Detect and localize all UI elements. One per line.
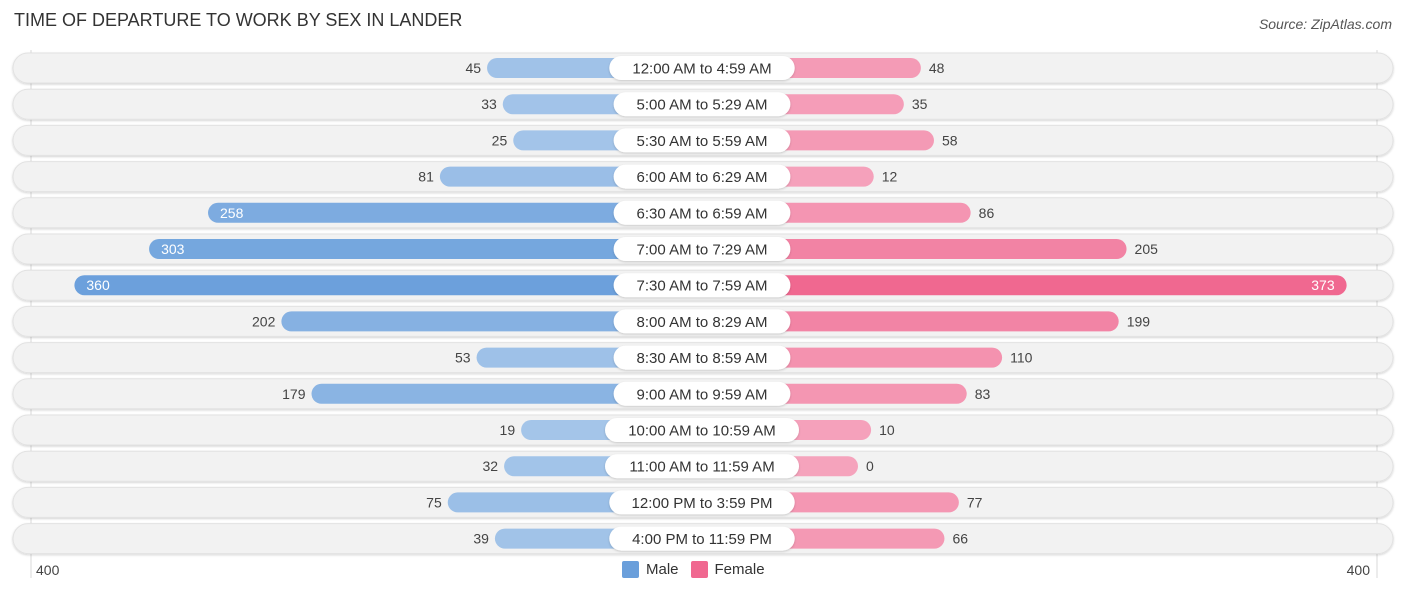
value-label-male: 39 xyxy=(473,531,489,547)
chart-row: 39 66 4:00 PM to 11:59 PM xyxy=(12,523,1394,555)
value-label-female: 373 xyxy=(1311,277,1335,293)
value-label-male: 303 xyxy=(161,241,185,257)
value-label-female: 199 xyxy=(1127,313,1151,329)
category-label: 5:00 AM to 5:29 AM xyxy=(637,97,768,114)
value-label-female: 48 xyxy=(929,60,945,76)
value-label-male: 33 xyxy=(481,96,497,112)
value-label-male: 179 xyxy=(282,386,306,402)
chart-row: 32 0 11:00 AM to 11:59 AM xyxy=(12,450,1394,482)
axis-label-left: 400 xyxy=(36,562,60,578)
category-label: 12:00 PM to 3:59 PM xyxy=(632,495,773,512)
legend-label-female: Female xyxy=(714,561,765,578)
value-label-female: 205 xyxy=(1135,241,1159,257)
category-label: 10:00 AM to 10:59 AM xyxy=(628,423,776,440)
bar-male xyxy=(74,275,702,296)
value-label-male: 202 xyxy=(252,313,276,329)
category-label: 8:30 AM to 8:59 AM xyxy=(637,350,768,367)
category-label: 6:00 AM to 6:29 AM xyxy=(637,169,768,186)
chart-row: 75 77 12:00 PM to 3:59 PM xyxy=(12,486,1394,518)
chart-svg: 45 48 12:00 AM to 4:59 AM 33 35 5:00 AM to 5:… xyxy=(12,50,1394,578)
value-label-female: 66 xyxy=(952,531,968,547)
chart-row: 360 373 7:30 AM to 7:59 AM xyxy=(12,269,1394,301)
value-label-male: 360 xyxy=(86,277,110,293)
value-label-male: 32 xyxy=(483,458,499,474)
legend-swatch-male xyxy=(622,561,639,578)
bar-female xyxy=(702,275,1347,296)
chart-row: 179 83 9:00 AM to 9:59 AM xyxy=(12,378,1394,410)
category-label: 6:30 AM to 6:59 AM xyxy=(637,205,768,222)
value-label-male: 81 xyxy=(418,169,434,185)
chart-row: 33 35 5:00 AM to 5:29 AM xyxy=(12,88,1394,120)
value-label-male: 258 xyxy=(220,205,244,221)
category-label: 11:00 AM to 11:59 AM xyxy=(629,459,774,476)
chart-row: 81 12 6:00 AM to 6:29 AM xyxy=(12,161,1394,193)
value-label-female: 12 xyxy=(882,169,898,185)
value-label-female: 10 xyxy=(879,422,895,438)
category-label: 5:30 AM to 5:59 AM xyxy=(637,133,768,150)
value-label-female: 58 xyxy=(942,132,958,148)
category-label: 8:00 AM to 8:29 AM xyxy=(637,314,768,331)
value-label-male: 19 xyxy=(500,422,516,438)
category-label: 7:00 AM to 7:29 AM xyxy=(637,242,768,259)
legend-swatch-female xyxy=(690,561,708,578)
legend: Male Female xyxy=(622,561,777,578)
value-label-male: 53 xyxy=(455,350,471,366)
chart-row: 25 58 5:30 AM to 5:59 AM xyxy=(12,124,1394,156)
value-label-female: 110 xyxy=(1010,350,1033,366)
category-label: 7:30 AM to 7:59 AM xyxy=(637,278,768,295)
axis-label-right: 400 xyxy=(1346,562,1370,578)
chart-row: 202 199 8:00 AM to 8:29 AM xyxy=(12,305,1394,337)
chart-row: 53 110 8:30 AM to 8:59 AM xyxy=(12,342,1394,374)
value-label-female: 86 xyxy=(979,205,995,221)
value-label-male: 75 xyxy=(426,494,442,510)
category-label: 9:00 AM to 9:59 AM xyxy=(637,386,768,403)
category-label: 12:00 AM to 4:59 AM xyxy=(632,61,771,78)
chart-row: 303 205 7:00 AM to 7:29 AM xyxy=(12,233,1394,265)
chart-row: 19 10 10:00 AM to 10:59 AM xyxy=(12,414,1394,446)
chart-row: 258 86 6:30 AM to 6:59 AM xyxy=(12,197,1394,229)
legend-item-male[interactable]: Male xyxy=(622,561,679,578)
value-label-male: 25 xyxy=(492,132,508,148)
value-label-female: 0 xyxy=(866,458,874,474)
category-label: 4:00 PM to 11:59 PM xyxy=(632,531,772,548)
value-label-female: 35 xyxy=(912,96,928,112)
value-label-female: 83 xyxy=(975,386,991,402)
chart-row: 45 48 12:00 AM to 4:59 AM xyxy=(12,52,1394,84)
value-label-female: 77 xyxy=(967,494,983,510)
legend-item-female[interactable]: Female xyxy=(690,561,765,578)
value-label-male: 45 xyxy=(465,60,481,76)
legend-label-male: Male xyxy=(646,561,679,578)
